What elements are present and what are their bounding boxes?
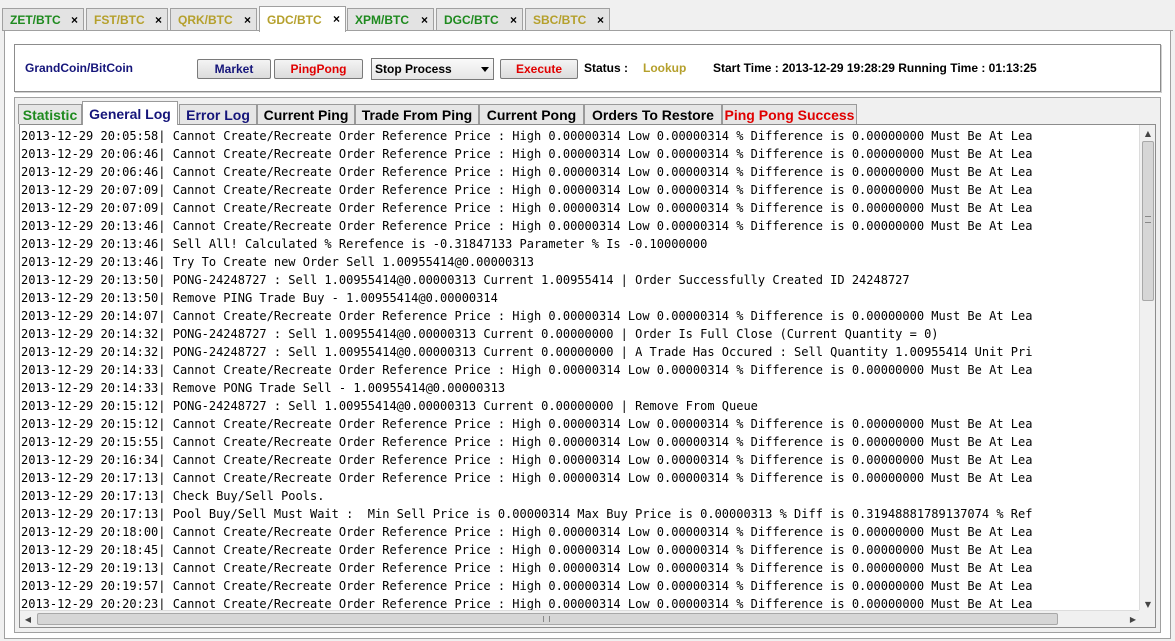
tab-label: XPM/BTC [355, 13, 409, 27]
tab-statistic[interactable]: Statistic [18, 104, 82, 124]
execute-button[interactable]: Execute [500, 59, 578, 79]
scrollbar-corner [1139, 610, 1155, 627]
log-line: 2013-12-29 20:07:09| Cannot Create/Recre… [21, 183, 1033, 197]
status-label: Status : [584, 61, 629, 75]
log-line: 2013-12-29 20:19:13| Cannot Create/Recre… [21, 561, 1033, 575]
process-select-value: Stop Process [375, 62, 452, 76]
vertical-scroll-thumb[interactable] [1142, 141, 1154, 301]
vertical-scrollbar[interactable]: ▲ ▼ [1139, 125, 1155, 612]
log-line: 2013-12-29 20:18:00| Cannot Create/Recre… [21, 525, 1033, 539]
tab-general-log[interactable]: General Log [82, 101, 178, 125]
status-value: Lookup [643, 61, 687, 75]
log-line: 2013-12-29 20:20:23| Cannot Create/Recre… [21, 597, 1033, 611]
horizontal-scrollbar[interactable]: ◀ ▶ [20, 610, 1141, 627]
tab-label: ZET/BTC [10, 13, 61, 27]
log-line: 2013-12-29 20:13:46| Sell All! Calculate… [21, 237, 708, 251]
tab-label: SBC/BTC [533, 13, 587, 27]
tab-zet-btc[interactable]: ZET/BTC × [2, 8, 84, 31]
market-button[interactable]: Market [197, 59, 271, 79]
log-line: 2013-12-29 20:18:45| Cannot Create/Recre… [21, 543, 1033, 557]
tab-label: Ping Pong Success [724, 106, 855, 123]
log-line: 2013-12-29 20:13:46| Cannot Create/Recre… [21, 219, 1033, 233]
close-icon[interactable]: × [510, 14, 517, 26]
log-line: 2013-12-29 20:13:46| Try To Create new O… [21, 255, 534, 269]
log-lines: 2013-12-29 20:05:58| Cannot Create/Recre… [21, 127, 1140, 611]
log-line: 2013-12-29 20:05:58| Cannot Create/Recre… [21, 129, 1033, 143]
tab-label: GDC/BTC [267, 12, 322, 27]
scroll-up-icon[interactable]: ▲ [1140, 125, 1155, 141]
tab-label: Current Pong [486, 106, 577, 123]
close-icon[interactable]: × [155, 14, 162, 26]
close-icon[interactable]: × [244, 14, 251, 26]
log-line: 2013-12-29 20:07:09| Cannot Create/Recre… [21, 201, 1033, 215]
close-icon[interactable]: × [421, 14, 428, 26]
tab-gdc-btc[interactable]: GDC/BTC × [259, 6, 346, 32]
tab-label: DGC/BTC [444, 13, 499, 27]
tab-error-log[interactable]: Error Log [179, 104, 257, 124]
pair-name: GrandCoin/BitCoin [25, 61, 133, 75]
log-line: 2013-12-29 20:14:32| PONG-24248727 : Sel… [21, 345, 1033, 359]
chevron-down-icon [481, 67, 489, 72]
log-line: 2013-12-29 20:14:07| Cannot Create/Recre… [21, 309, 1033, 323]
tab-current-ping[interactable]: Current Ping [257, 104, 355, 124]
log-tab-frame: Statistic General Log Error Log Current … [14, 97, 1161, 633]
log-line: 2013-12-29 20:16:34| Cannot Create/Recre… [21, 453, 1033, 467]
tab-ping-pong-success[interactable]: Ping Pong Success [722, 104, 857, 124]
pingpong-button[interactable]: PingPong [274, 59, 363, 79]
tab-sbc-btc[interactable]: SBC/BTC × [525, 8, 610, 31]
log-line: 2013-12-29 20:14:33| Remove PONG Trade S… [21, 381, 506, 395]
pair-tab-bar: ZET/BTC × FST/BTC × QRK/BTC × GDC/BTC × … [0, 0, 1175, 32]
tab-label: Error Log [186, 106, 250, 123]
start-time-readout: Start Time : 2013-12-29 19:28:29 Running… [713, 61, 1037, 75]
log-line: 2013-12-29 20:14:33| Cannot Create/Recre… [21, 363, 1033, 377]
log-line: 2013-12-29 20:13:50| PONG-24248727 : Sel… [21, 273, 910, 287]
log-line: 2013-12-29 20:17:13| Pool Buy/Sell Must … [21, 507, 1033, 521]
log-line: 2013-12-29 20:17:13| Cannot Create/Recre… [21, 471, 1033, 485]
close-icon[interactable]: × [597, 14, 604, 26]
tab-label: Trade From Ping [361, 106, 473, 123]
main-panel: GrandCoin/BitCoin Market PingPong Stop P… [4, 31, 1171, 639]
scroll-left-icon[interactable]: ◀ [20, 611, 36, 627]
tab-fst-btc[interactable]: FST/BTC × [86, 8, 168, 31]
general-log-textarea[interactable]: 2013-12-29 20:05:58| Cannot Create/Recre… [19, 124, 1156, 628]
tab-label: QRK/BTC [178, 13, 233, 27]
log-line: 2013-12-29 20:19:57| Cannot Create/Recre… [21, 579, 1033, 593]
log-line: 2013-12-29 20:15:12| PONG-24248727 : Sel… [21, 399, 758, 413]
tab-label: Statistic [22, 106, 78, 123]
tab-label: General Log [89, 105, 171, 122]
process-select[interactable]: Stop Process [371, 58, 494, 80]
tab-label: FST/BTC [94, 13, 145, 27]
log-line: 2013-12-29 20:14:32| PONG-24248727 : Sel… [21, 327, 939, 341]
log-line: 2013-12-29 20:15:12| Cannot Create/Recre… [21, 417, 1033, 431]
log-line: 2013-12-29 20:06:46| Cannot Create/Recre… [21, 147, 1033, 161]
tab-qrk-btc[interactable]: QRK/BTC × [170, 8, 257, 31]
log-line: 2013-12-29 20:06:46| Cannot Create/Recre… [21, 165, 1033, 179]
close-icon[interactable]: × [71, 14, 78, 26]
tab-dgc-btc[interactable]: DGC/BTC × [436, 8, 523, 31]
close-icon[interactable]: × [333, 13, 340, 25]
tab-current-pong[interactable]: Current Pong [479, 104, 584, 124]
control-header: GrandCoin/BitCoin Market PingPong Stop P… [14, 44, 1161, 92]
log-line: 2013-12-29 20:17:13| Check Buy/Sell Pool… [21, 489, 325, 503]
log-line: 2013-12-29 20:15:55| Cannot Create/Recre… [21, 435, 1033, 449]
tab-trade-from-ping[interactable]: Trade From Ping [355, 104, 479, 124]
tab-label: Orders To Restore [592, 106, 714, 123]
log-line: 2013-12-29 20:13:50| Remove PING Trade B… [21, 291, 498, 305]
tab-xpm-btc[interactable]: XPM/BTC × [347, 8, 434, 31]
tab-orders-to-restore[interactable]: Orders To Restore [584, 104, 722, 124]
tab-label: Current Ping [263, 106, 349, 123]
horizontal-scroll-thumb[interactable] [37, 613, 1058, 625]
